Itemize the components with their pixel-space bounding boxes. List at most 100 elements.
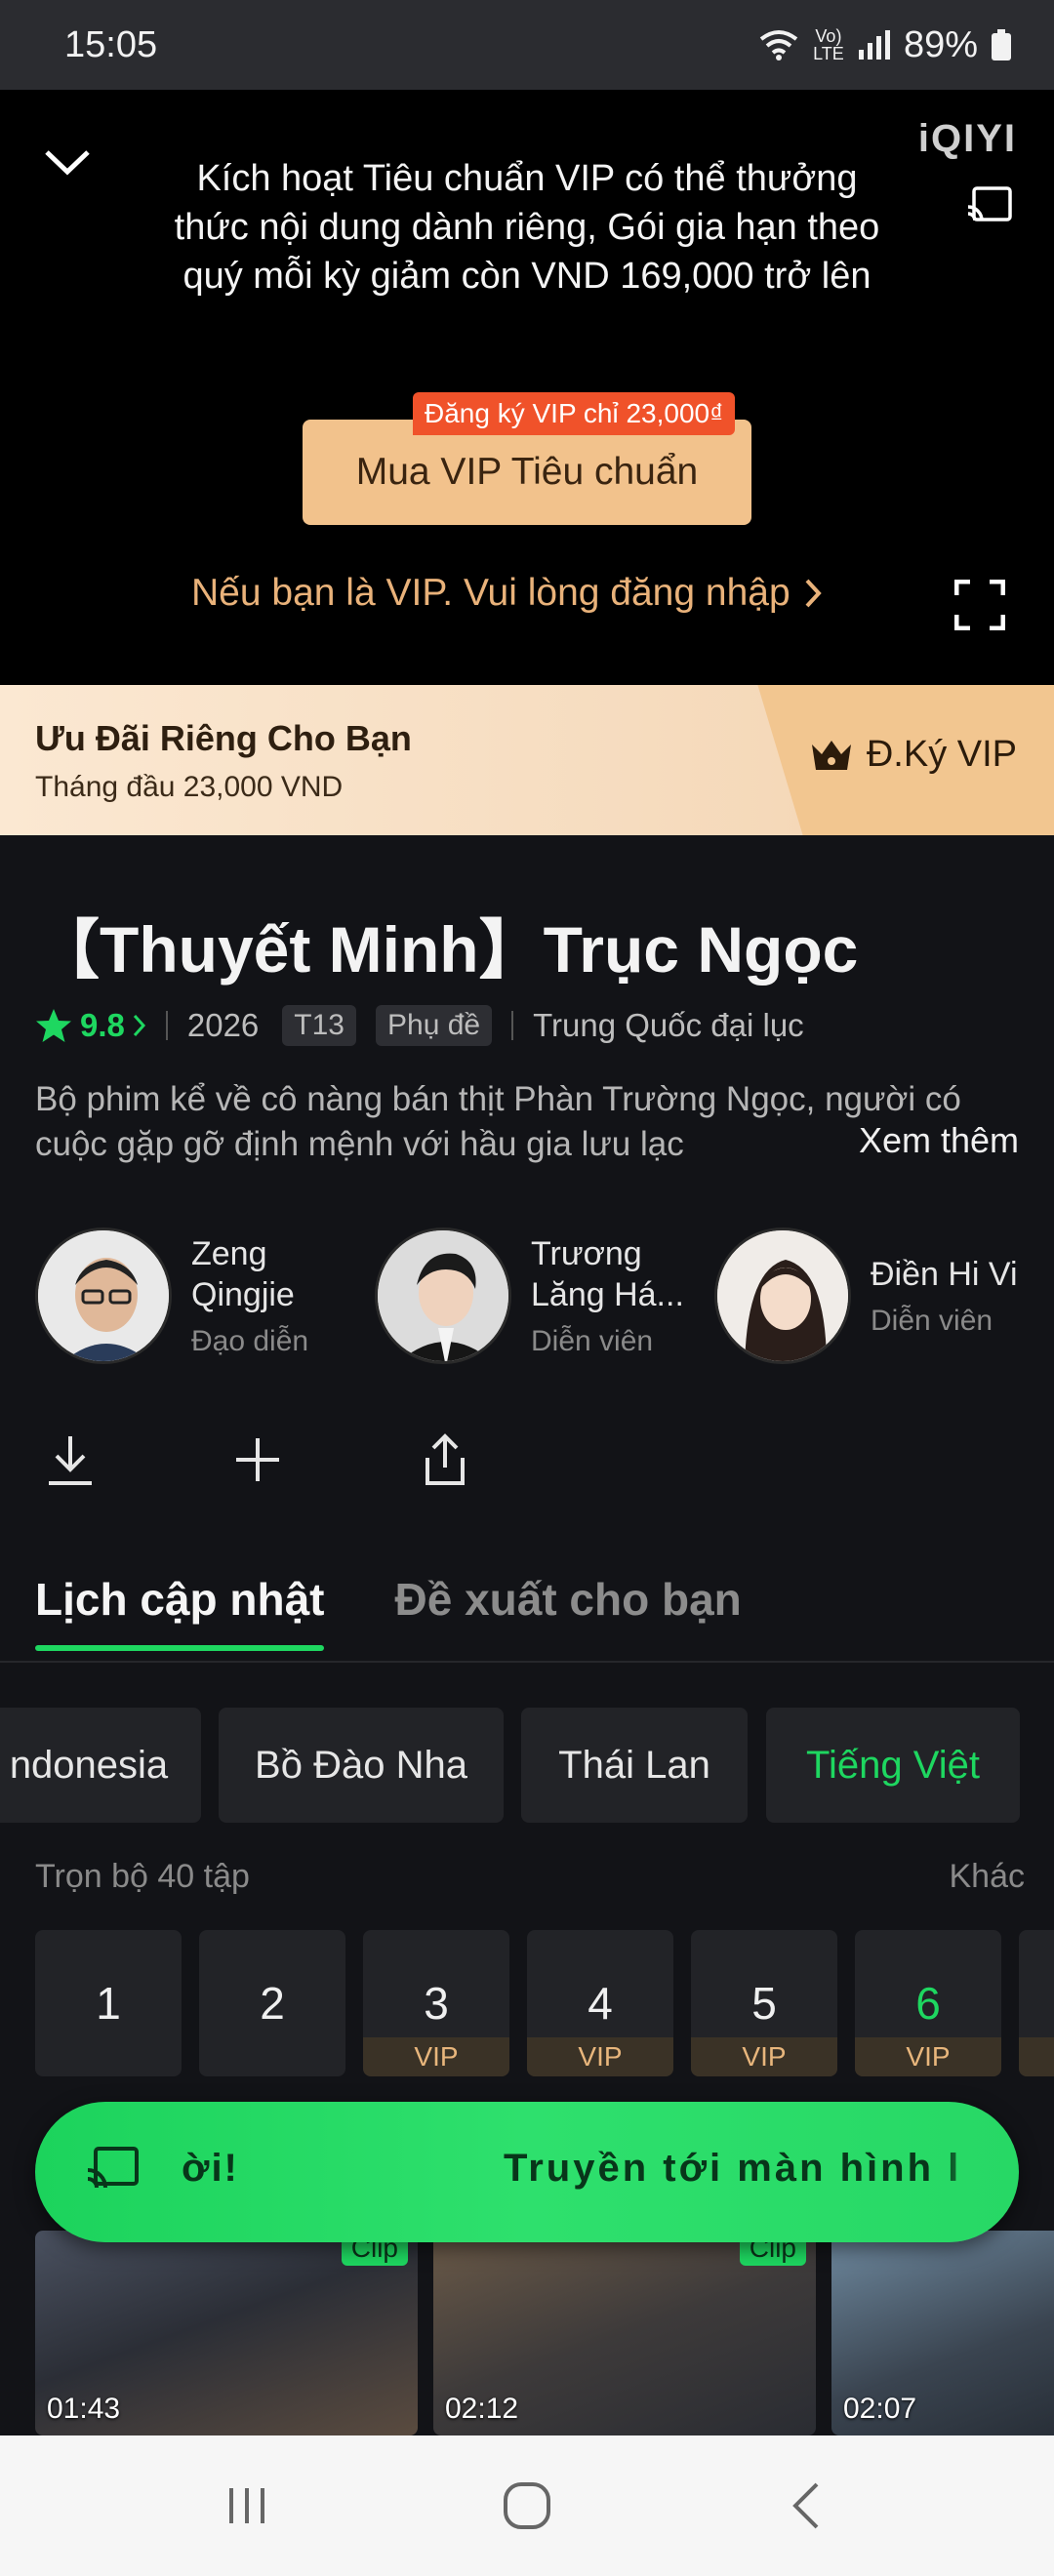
clip-duration: 02:07: [843, 2393, 917, 2425]
clip-duration: 01:43: [47, 2393, 121, 2425]
register-vip-button[interactable]: Đ.Ký VIP: [810, 734, 1017, 776]
chevron-right-icon: [133, 1014, 145, 1037]
signal-icon: [858, 30, 890, 60]
cast-toast[interactable]: ời! Truyền tới màn hình l: [35, 2102, 1019, 2242]
battery-icon: [992, 29, 1011, 60]
cast-item[interactable]: Điền Hi Vi Diễn viên: [714, 1228, 1054, 1364]
tab-recommended[interactable]: Đề xuất cho bạn: [394, 1573, 741, 1626]
show-year: 2026: [186, 1007, 260, 1043]
episode-item[interactable]: 1: [35, 1930, 182, 2076]
offer-title: Ưu Đãi Riêng Cho Bạn: [35, 718, 412, 758]
vip-login-link[interactable]: Nếu bạn là VIP. Vui lòng đăng nhập: [191, 572, 822, 615]
episode-item[interactable]: [1019, 1930, 1054, 2076]
video-player[interactable]: iQIYI Kích hoạt Tiêu chuẩn VIP có thể th…: [0, 90, 1054, 685]
divider: [165, 1011, 168, 1040]
episode-item[interactable]: 2: [199, 1930, 345, 2076]
back-icon[interactable]: [778, 2476, 836, 2535]
vip-badge-partial: [1019, 2037, 1054, 2076]
episode-count: Trọn bộ 40 tập: [35, 1858, 250, 1895]
actress-photo: [717, 1230, 848, 1361]
avatar: [35, 1228, 172, 1364]
episode-number: 3: [424, 1978, 449, 2029]
vip-offer-banner[interactable]: Ưu Đãi Riêng Cho Bạn Tháng đầu 23,000 VN…: [0, 685, 1054, 835]
language-chip[interactable]: Thái Lan: [521, 1708, 748, 1823]
fullscreen-icon[interactable]: [954, 580, 1005, 630]
episode-other-link[interactable]: Khác: [950, 1858, 1026, 1896]
home-icon[interactable]: [498, 2476, 556, 2535]
vip-badge: VIP: [855, 2037, 1001, 2076]
cast-icon[interactable]: [966, 185, 1013, 224]
cast-item[interactable]: Zeng Qingjie Đạo diễn: [35, 1228, 375, 1364]
network-type-label: Vo) LTE: [813, 26, 844, 63]
divider: [511, 1011, 514, 1040]
episode-item[interactable]: 3 VIP: [363, 1930, 509, 2076]
status-time: 15:05: [64, 23, 158, 65]
status-bar: 15:05 Vo) LTE 89%: [0, 0, 1054, 90]
download-icon[interactable]: [45, 1432, 96, 1487]
cast-role: Diễn viên: [871, 1305, 993, 1337]
cast-role: Diễn viên: [531, 1325, 654, 1357]
cast-role: Đạo diễn: [191, 1325, 309, 1357]
tab-divider: [0, 1661, 1054, 1663]
status-right: Vo) LTE 89%: [759, 24, 1011, 66]
language-chip[interactable]: ndonesia: [0, 1708, 201, 1823]
rating-link[interactable]: 9.8: [35, 1007, 146, 1044]
iqiyi-logo: iQIYI: [917, 117, 1017, 160]
actor-photo: [378, 1230, 508, 1361]
cast-item[interactable]: Trương Lăng Há... Diễn viên: [375, 1228, 714, 1364]
wifi-icon: [759, 30, 798, 60]
age-rating-tag: T13: [282, 1005, 356, 1046]
language-selector: ndonesia Bồ Đào Nha Thái Lan Tiếng Việt: [0, 1708, 1054, 1823]
show-region: Trung Quốc đại lục: [533, 1007, 804, 1043]
crown-icon: [811, 740, 851, 770]
show-title: 【Thuyết Minh】Trục Ngọc: [35, 913, 859, 986]
clip-card[interactable]: 02:07: [831, 2231, 1054, 2435]
episode-number: 2: [260, 1978, 285, 2029]
add-icon[interactable]: [232, 1432, 283, 1487]
chevron-right-icon: [805, 579, 822, 608]
clip-card[interactable]: Clip 01:43: [35, 2231, 418, 2435]
tab-bar: Lịch cập nhật Đề xuất cho bạn: [35, 1573, 742, 1651]
cast-name: Điền Hi Vi: [871, 1256, 1018, 1293]
action-bar: [45, 1432, 470, 1487]
language-chip[interactable]: Bồ Đào Nha: [219, 1708, 504, 1823]
cast-list: Zeng Qingjie Đạo diễn Trương Lăng Há... …: [35, 1228, 1054, 1364]
buy-vip-label: Mua VIP Tiêu chuẩn: [355, 451, 699, 493]
episode-item[interactable]: 5 VIP: [691, 1930, 837, 2076]
language-chip-selected[interactable]: Tiếng Việt: [766, 1708, 1020, 1823]
cast-icon: [87, 2147, 139, 2189]
cast-name: Trương Lăng Há...: [531, 1235, 684, 1313]
cast-name: Zeng Qingjie: [191, 1235, 295, 1313]
episode-number: 5: [751, 1978, 777, 2029]
clip-card[interactable]: Clip 02:12: [433, 2231, 816, 2435]
offer-subtitle: Tháng đầu 23,000 VND: [35, 771, 344, 803]
share-icon[interactable]: [420, 1432, 470, 1487]
vip-price-badge: Đăng ký VIP chỉ 23,000₫: [413, 392, 736, 435]
rating-value: 9.8: [80, 1007, 125, 1043]
episode-list: 1 2 3 VIP 4 VIP 5 VIP 6 VIP: [35, 1930, 1054, 2076]
toast-text-left: ời!: [182, 2147, 239, 2190]
recents-icon[interactable]: [218, 2476, 276, 2535]
subtitle-tag: Phụ đề: [376, 1005, 493, 1046]
register-vip-label: Đ.Ký VIP: [866, 734, 1017, 775]
episode-number: 1: [96, 1978, 121, 2029]
vip-badge: VIP: [691, 2037, 837, 2076]
avatar: [714, 1228, 851, 1364]
see-more-button[interactable]: Xem thêm: [809, 1120, 1019, 1161]
episode-number: 6: [915, 1978, 941, 2029]
vip-login-label: Nếu bạn là VIP. Vui lòng đăng nhập: [191, 572, 790, 614]
episode-item[interactable]: 4 VIP: [527, 1930, 673, 2076]
clip-duration: 02:12: [445, 2393, 519, 2425]
episode-item-selected[interactable]: 6 VIP: [855, 1930, 1001, 2076]
avatar: [375, 1228, 511, 1364]
chevron-down-icon[interactable]: [43, 139, 92, 187]
director-photo: [38, 1230, 169, 1361]
vip-badge: VIP: [363, 2037, 509, 2076]
toast-text-right: Truyền tới màn hình l: [504, 2147, 962, 2190]
battery-percent: 89%: [903, 23, 978, 65]
clip-list: Clip 01:43 Clip 02:12 02:07: [35, 2231, 1054, 2435]
tab-update-schedule[interactable]: Lịch cập nhật: [35, 1573, 325, 1651]
show-meta: 9.8 2026 T13 Phụ đề Trung Quốc đại lục: [35, 1005, 804, 1046]
episode-number: 4: [588, 1978, 613, 2029]
buy-vip-button[interactable]: Mua VIP Tiêu chuẩn: [303, 420, 751, 525]
